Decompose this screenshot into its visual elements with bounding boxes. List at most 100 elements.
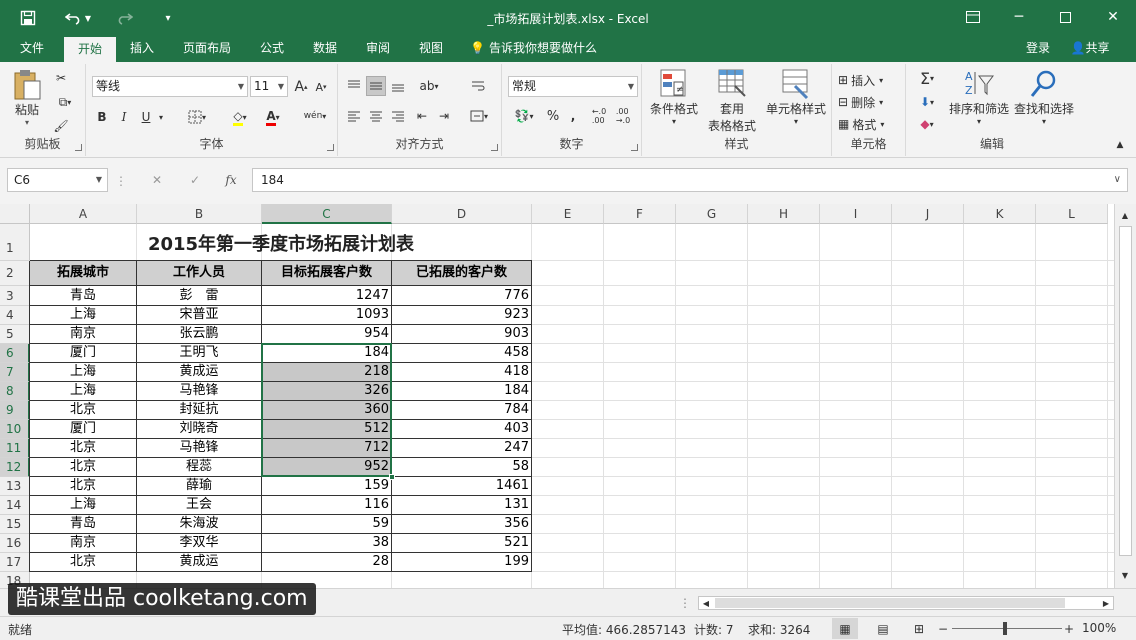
- insert-cells-button[interactable]: ⊞ 插入 ▾: [838, 70, 902, 90]
- table-cell[interactable]: 1093: [262, 306, 391, 324]
- align-center-icon[interactable]: [366, 106, 386, 126]
- table-cell[interactable]: 418: [392, 363, 531, 381]
- zoom-out-icon[interactable]: −: [936, 618, 950, 639]
- increase-decimal-icon[interactable]: ←.0.00: [588, 106, 610, 126]
- row-header-9[interactable]: 9: [0, 401, 30, 420]
- zoom-slider-thumb[interactable]: [1003, 622, 1007, 635]
- column-header-b[interactable]: B: [137, 204, 262, 224]
- table-cell[interactable]: 59: [262, 515, 391, 533]
- table-cell[interactable]: 张云鹏: [137, 325, 261, 343]
- tab-data[interactable]: 数据: [303, 36, 347, 62]
- column-header-g[interactable]: G: [676, 204, 748, 224]
- table-cell[interactable]: 247: [392, 439, 531, 457]
- share-button[interactable]: 👤共享: [1062, 36, 1118, 62]
- table-cell[interactable]: 58: [392, 458, 531, 476]
- decrease-indent-icon[interactable]: ⇤: [412, 106, 432, 126]
- format-painter-icon[interactable]: 🖌: [50, 116, 72, 136]
- table-cell[interactable]: 刘晓奇: [137, 420, 261, 438]
- table-header-cell[interactable]: 目标拓展客户数: [262, 261, 391, 285]
- sort-filter-button[interactable]: AZ 排序和筛选 ▾: [946, 68, 1012, 134]
- table-cell[interactable]: 王明飞: [137, 344, 261, 362]
- maximize-icon[interactable]: [1050, 6, 1080, 28]
- cell-styles-button[interactable]: 单元格样式 ▾: [764, 68, 828, 134]
- table-cell[interactable]: 程蕊: [137, 458, 261, 476]
- select-all-button[interactable]: [0, 204, 30, 224]
- column-header-d[interactable]: D: [392, 204, 532, 224]
- table-cell[interactable]: 上海: [30, 382, 136, 400]
- align-left-icon[interactable]: [344, 106, 364, 126]
- column-header-k[interactable]: K: [964, 204, 1036, 224]
- normal-view-icon[interactable]: ▦: [832, 618, 858, 639]
- table-cell[interactable]: 北京: [30, 439, 136, 457]
- horizontal-scrollbar[interactable]: ◀ ▶: [698, 596, 1114, 610]
- scrollbar-thumb[interactable]: [715, 598, 1065, 608]
- row-header-10[interactable]: 10: [0, 420, 30, 439]
- table-cell[interactable]: 南京: [30, 534, 136, 552]
- underline-dropdown-icon[interactable]: ▾: [156, 106, 166, 128]
- decrease-font-icon[interactable]: A ▾: [312, 76, 330, 98]
- font-size-combo[interactable]: 11 ▼: [250, 76, 288, 97]
- page-layout-view-icon[interactable]: ▤: [870, 618, 896, 639]
- fill-color-icon[interactable]: ◇ ▾: [224, 106, 256, 128]
- table-cell[interactable]: 954: [262, 325, 391, 343]
- font-launcher-icon[interactable]: [327, 144, 334, 151]
- column-header-h[interactable]: H: [748, 204, 820, 224]
- align-top-icon[interactable]: [344, 76, 364, 96]
- fill-handle[interactable]: [389, 474, 395, 480]
- table-cell[interactable]: 青岛: [30, 286, 136, 305]
- table-cell[interactable]: 李双华: [137, 534, 261, 552]
- row-header-3[interactable]: 3: [0, 286, 30, 306]
- vertical-scrollbar[interactable]: ▲ ▼: [1114, 204, 1136, 588]
- save-icon[interactable]: [16, 8, 40, 28]
- cut-icon[interactable]: ✂: [50, 68, 72, 88]
- table-cell[interactable]: 宋普亚: [137, 306, 261, 324]
- align-right-icon[interactable]: [388, 106, 408, 126]
- copy-icon[interactable]: ⧉ ▾: [50, 92, 80, 112]
- table-cell[interactable]: 北京: [30, 458, 136, 476]
- accounting-format-icon[interactable]: 💱 ▾: [508, 106, 540, 126]
- tell-me-box[interactable]: 💡 告诉我你想要做什么: [470, 36, 610, 62]
- row-header-15[interactable]: 15: [0, 515, 30, 534]
- align-bottom-icon[interactable]: [388, 76, 408, 96]
- table-cell[interactable]: 356: [392, 515, 531, 533]
- tab-view[interactable]: 视图: [409, 36, 453, 62]
- column-header-j[interactable]: J: [892, 204, 964, 224]
- scrollbar-thumb[interactable]: [1119, 226, 1132, 556]
- table-cell[interactable]: 北京: [30, 553, 136, 571]
- comma-style-icon[interactable]: ,: [564, 106, 582, 126]
- zoom-level[interactable]: 100%: [1082, 621, 1116, 635]
- customize-qat-icon[interactable]: ▾: [158, 8, 178, 28]
- formula-input[interactable]: 184 ∨: [252, 168, 1128, 192]
- table-cell[interactable]: 厦门: [30, 420, 136, 438]
- table-cell[interactable]: 北京: [30, 401, 136, 419]
- table-cell[interactable]: 王会: [137, 496, 261, 514]
- cancel-icon[interactable]: ✕: [146, 170, 168, 190]
- table-header-cell[interactable]: 工作人员: [137, 261, 261, 285]
- row-header-2[interactable]: 2: [0, 261, 30, 286]
- column-header-a[interactable]: A: [30, 204, 137, 224]
- row-header-14[interactable]: 14: [0, 496, 30, 515]
- table-cell[interactable]: 903: [392, 325, 531, 343]
- table-cell[interactable]: 马艳锋: [137, 382, 261, 400]
- table-cell[interactable]: 封延抗: [137, 401, 261, 419]
- table-header-cell[interactable]: 拓展城市: [30, 261, 136, 285]
- phonetic-icon[interactable]: wén ▾: [298, 104, 332, 128]
- align-middle-icon[interactable]: [366, 76, 386, 96]
- table-cell[interactable]: 黄成运: [137, 363, 261, 381]
- number-launcher-icon[interactable]: [631, 144, 638, 151]
- column-header-f[interactable]: F: [604, 204, 676, 224]
- table-cell[interactable]: 131: [392, 496, 531, 514]
- table-cell[interactable]: 923: [392, 306, 531, 324]
- row-header-8[interactable]: 8: [0, 382, 30, 401]
- table-cell[interactable]: 上海: [30, 306, 136, 324]
- collapse-ribbon-icon[interactable]: ▲: [1112, 138, 1128, 152]
- undo-icon[interactable]: ▼: [60, 8, 96, 28]
- table-cell[interactable]: 784: [392, 401, 531, 419]
- table-cell[interactable]: 199: [392, 553, 531, 571]
- table-cell[interactable]: 521: [392, 534, 531, 552]
- tab-file[interactable]: 文件: [10, 36, 54, 62]
- row-header-11[interactable]: 11: [0, 439, 30, 458]
- row-header-4[interactable]: 4: [0, 306, 30, 325]
- table-cell[interactable]: 38: [262, 534, 391, 552]
- percent-button[interactable]: %: [544, 106, 562, 126]
